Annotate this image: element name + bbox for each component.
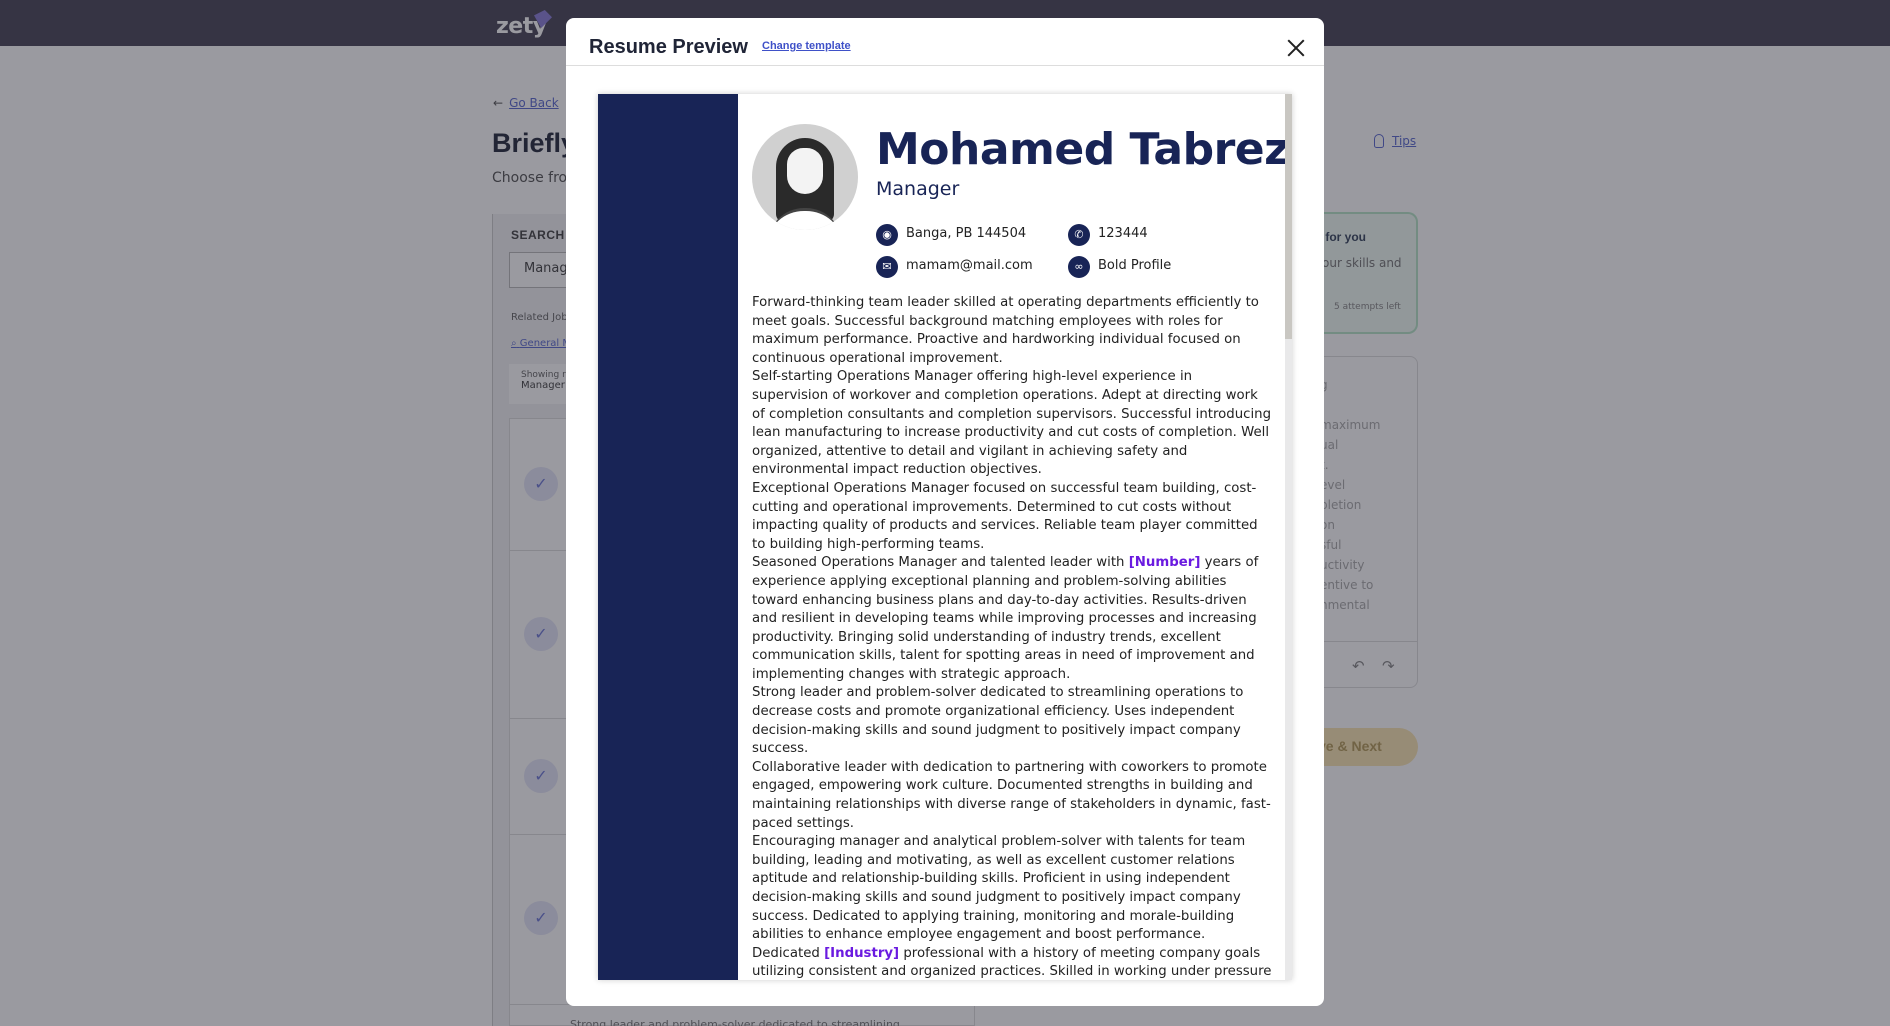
resume-sidebar xyxy=(598,94,738,980)
contact-email-text: mamam@mail.com xyxy=(906,258,1033,273)
summary-paragraph: Self-starting Operations Manager offerin… xyxy=(752,369,1272,478)
link-icon: ∞ xyxy=(1068,256,1090,278)
resume-preview-modal: Resume Preview Change template Mohamed T… xyxy=(566,18,1324,1006)
summary-paragraph: Exceptional Operations Manager focused o… xyxy=(752,480,1258,552)
contact-address-text: Banga, PB 144504 xyxy=(906,226,1027,241)
resume-name: Mohamed Tabrez xyxy=(876,124,1290,175)
summary-text: years of experience applying exceptional… xyxy=(752,555,1259,682)
avatar-face xyxy=(787,148,823,194)
summary-paragraph: Collaborative leader with dedication to … xyxy=(752,759,1271,831)
summary-paragraph: Forward-thinking team leader skilled at … xyxy=(752,295,1259,366)
summary-text: Dedicated xyxy=(752,945,825,961)
close-icon[interactable] xyxy=(1286,38,1306,58)
modal-title: Resume Preview xyxy=(589,36,748,58)
placeholder-number: [Number] xyxy=(1128,555,1201,571)
resume-summary: Forward-thinking team leader skilled at … xyxy=(752,294,1272,980)
preview-scrollbar-thumb[interactable] xyxy=(1285,94,1292,339)
avatar xyxy=(752,124,858,230)
summary-paragraph: Dedicated [Industry] professional with a… xyxy=(752,945,1272,980)
change-template-link[interactable]: Change template xyxy=(762,40,851,52)
summary-paragraph: Strong leader and problem-solver dedicat… xyxy=(752,685,1244,757)
resume-role: Manager xyxy=(876,178,960,200)
resume-document: Mohamed Tabrez Manager ◉ Banga, PB 14450… xyxy=(598,94,1290,980)
placeholder-industry: [Industry] xyxy=(824,945,900,961)
summary-text: Seasoned Operations Manager and talented… xyxy=(752,555,1129,571)
location-pin-icon: ◉ xyxy=(876,224,898,246)
summary-paragraph: Seasoned Operations Manager and talented… xyxy=(752,554,1272,684)
modal-header: Resume Preview Change template xyxy=(566,18,1324,66)
resume-preview-area[interactable]: Mohamed Tabrez Manager ◉ Banga, PB 14450… xyxy=(598,94,1292,980)
summary-paragraph: Encouraging manager and analytical probl… xyxy=(752,834,1246,943)
phone-icon: ✆ xyxy=(1068,224,1090,246)
contact-profile-text: Bold Profile xyxy=(1098,258,1172,273)
contact-phone-text: 123444 xyxy=(1098,226,1148,241)
email-icon: ✉ xyxy=(876,256,898,278)
